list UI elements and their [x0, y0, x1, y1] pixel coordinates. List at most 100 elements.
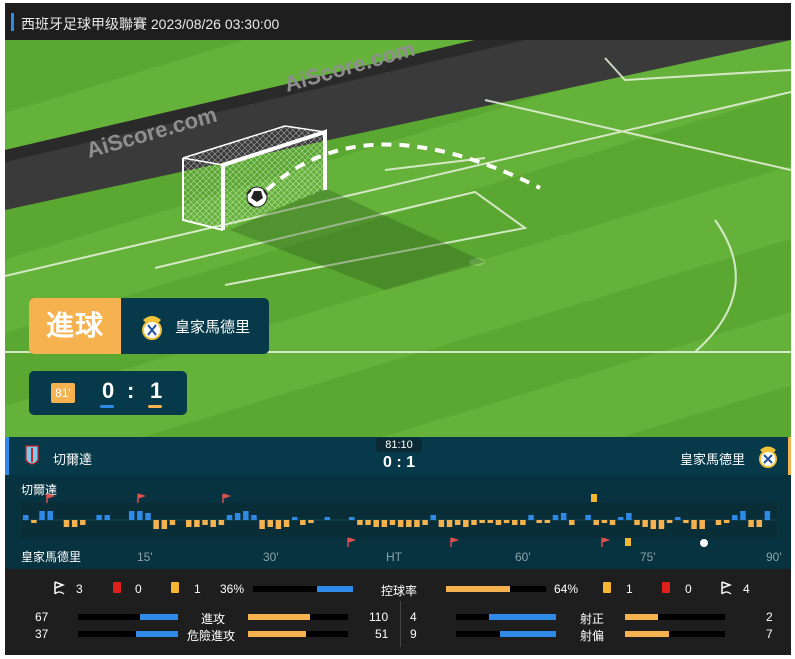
goal-ball-icon: [700, 539, 708, 547]
momentum-bar: [454, 520, 461, 525]
home-red-cards: 0: [135, 582, 142, 596]
momentum-bar: [675, 517, 681, 520]
corner-flag-icon: [601, 537, 611, 547]
momentum-bar: [552, 515, 559, 520]
momentum-bar: [569, 520, 575, 525]
corner-flag-icon: [46, 493, 56, 503]
home-possession-bar: [253, 586, 353, 592]
away-yellow-cards: 1: [626, 582, 633, 596]
momentum-bar: [243, 511, 249, 520]
momentum-bar: [365, 520, 371, 525]
momentum-bar: [446, 520, 453, 527]
momentum-bar: [699, 520, 705, 529]
momentum-bar: [430, 515, 436, 520]
shots-off-away-bar: [625, 631, 725, 637]
momentum-bar: [748, 520, 754, 527]
momentum-bar: [357, 520, 363, 525]
dangerous-attacks-home: 37: [35, 627, 49, 641]
shots-on-home: 4: [410, 610, 417, 624]
momentum-bar: [397, 520, 404, 527]
yellow-card-icon: [625, 538, 631, 546]
momentum-bar: [251, 515, 257, 520]
momentum-bar: [145, 513, 151, 520]
away-score-underline: [148, 405, 162, 408]
corner-flag-icon: [54, 581, 65, 595]
corner-flag-icon: [347, 537, 357, 547]
away-team-name[interactable]: 皇家馬德里: [680, 449, 745, 468]
event-timeline: 切爾達 皇家馬德里 15' 30' HT 60' 75' 90': [5, 475, 791, 569]
momentum-bar: [373, 520, 379, 527]
momentum-bar: [544, 520, 551, 523]
momentum-bar: [601, 520, 608, 523]
momentum-bar: [186, 520, 192, 527]
momentum-bar: [349, 517, 355, 520]
yellow-card-icon: [591, 494, 597, 502]
momentum-bar: [634, 520, 640, 525]
momentum-bar: [479, 520, 485, 523]
match-widget: 西班牙足球甲级聯賽 2023/08/26 03:30:00 AiScore.co…: [5, 3, 791, 655]
match-title: 西班牙足球甲级聯賽 2023/08/26 03:30:00: [21, 16, 280, 32]
home-color-stripe: [5, 437, 9, 475]
momentum-bar: [463, 520, 469, 527]
momentum-bar: [169, 520, 176, 525]
momentum-bar: [226, 515, 233, 520]
momentum-bar: [128, 511, 135, 520]
shots-off-home: 9: [410, 627, 417, 641]
momentum-bar: [39, 511, 45, 520]
momentum-bar: [137, 511, 143, 520]
celta-crest-icon: [25, 445, 39, 465]
yellow-card-icon: [171, 582, 179, 593]
momentum-bar: [96, 515, 102, 520]
momentum-bar: [512, 520, 518, 525]
momentum-bar: [617, 517, 624, 520]
momentum-bar: [666, 520, 673, 523]
momentum-bar: [585, 515, 591, 520]
momentum-bar: [764, 511, 771, 520]
yellow-card-icon: [603, 582, 611, 593]
momentum-bar: [275, 520, 282, 529]
momentum-bar: [691, 520, 697, 529]
home-score: 0: [102, 378, 115, 403]
momentum-bar: [740, 511, 746, 520]
momentum-bar: [732, 515, 738, 520]
momentum-bar: [683, 520, 689, 523]
real-madrid-crest-icon: [142, 316, 162, 340]
momentum-bar: [300, 520, 306, 525]
corner-flag-icon: [450, 537, 460, 547]
momentum-bar: [291, 517, 298, 520]
momentum-bar: [414, 520, 420, 527]
momentum-bar: [723, 520, 730, 523]
corner-flag-icon: [222, 493, 232, 503]
tick-15: 15': [137, 550, 153, 564]
momentum-bar: [47, 511, 53, 520]
dangerous-attacks-home-bar: [78, 631, 178, 637]
momentum-bar: [259, 520, 265, 529]
momentum-bar: [381, 520, 388, 527]
away-corners: 4: [743, 582, 750, 596]
home-team-name[interactable]: 切爾達: [53, 449, 92, 468]
real-madrid-crest-icon: [759, 446, 777, 468]
stats-divider: [400, 601, 401, 647]
shots-on-home-bar: [456, 614, 556, 620]
goal-label: 進球: [29, 298, 121, 354]
momentum-bar: [267, 520, 273, 527]
match-score: 0 : 1: [382, 454, 415, 471]
red-card-icon: [662, 582, 670, 593]
header-accent: [11, 13, 14, 31]
match-minute-badge: 81': [51, 383, 75, 403]
momentum-bar: [642, 520, 648, 527]
momentum-bar: [104, 515, 110, 520]
momentum-bar: [609, 520, 616, 525]
possession-label: 控球率: [381, 584, 418, 598]
momentum-bar: [324, 517, 331, 520]
momentum-bar: [161, 520, 168, 529]
momentum-bar: [658, 520, 665, 529]
ball-icon: [246, 186, 268, 208]
momentum-bar: [626, 513, 632, 520]
momentum-bar: [560, 513, 567, 520]
shots-on-away: 2: [766, 610, 773, 624]
momentum-bar: [71, 520, 78, 527]
attacks-home-bar: [78, 614, 178, 620]
momentum-bar: [503, 520, 510, 523]
corner-flag-icon: [721, 581, 732, 595]
